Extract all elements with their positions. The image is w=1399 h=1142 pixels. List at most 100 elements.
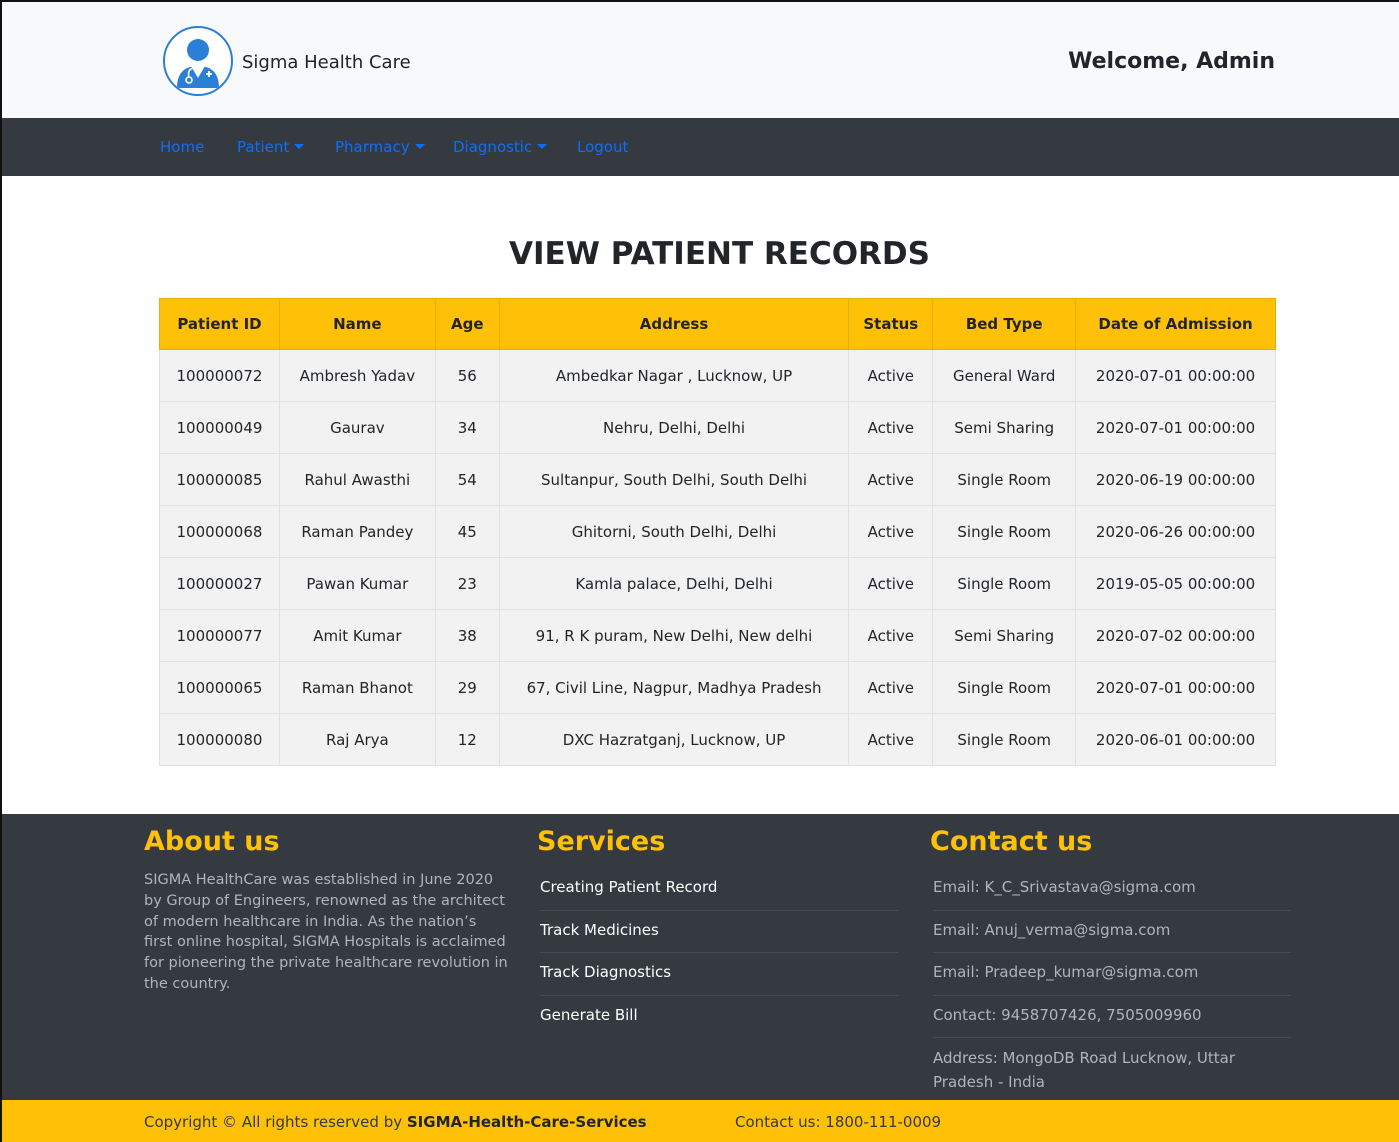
cell-address: Sultanpur, South Delhi, South Delhi	[498, 453, 850, 506]
cell-address: Nehru, Delhi, Delhi	[498, 401, 850, 454]
cell-bed-type: Single Room	[932, 557, 1077, 610]
services-heading: Services	[537, 826, 666, 857]
contact-email-1[interactable]: Email: K_C_Srivastava@sigma.com	[933, 868, 1291, 911]
cell-status: Active	[848, 661, 934, 714]
cell-age: 23	[434, 557, 500, 610]
table-row: 100000085 Rahul Awasthi 54 Sultanpur, So…	[159, 453, 1276, 506]
site-footer: About us SIGMA HealthCare was establishe…	[2, 814, 1399, 1100]
cell-address: 91, R K puram, New Delhi, New delhi	[498, 609, 850, 662]
caret-down-icon	[294, 144, 305, 149]
cell-name: Gaurav	[278, 401, 436, 454]
cell-patient-id: 100000027	[159, 557, 280, 610]
service-link-generate-bill[interactable]: Generate Bill	[540, 996, 898, 1039]
cell-date-of-admission: 2020-06-01 00:00:00	[1075, 713, 1276, 766]
cell-age: 34	[434, 401, 500, 454]
table-row: 100000027 Pawan Kumar 23 Kamla palace, D…	[159, 557, 1276, 610]
nav-pharmacy-dropdown[interactable]: Pharmacy	[335, 138, 425, 156]
contact-phone: Contact: 9458707426, 7505009960	[933, 996, 1291, 1038]
nav-pharmacy-label: Pharmacy	[335, 138, 410, 156]
cell-status: Active	[848, 609, 934, 662]
cell-date-of-admission: 2019-05-05 00:00:00	[1075, 557, 1276, 610]
nav-patient-dropdown[interactable]: Patient	[237, 138, 305, 156]
table-row: 100000077 Amit Kumar 38 91, R K puram, N…	[159, 609, 1276, 662]
table-row: 100000072 Ambresh Yadav 56 Ambedkar Naga…	[159, 349, 1276, 402]
cell-patient-id: 100000065	[159, 661, 280, 714]
cell-date-of-admission: 2020-07-01 00:00:00	[1075, 661, 1276, 714]
cell-status: Active	[848, 401, 934, 454]
column-header-date-of-admission: Date of Admission	[1075, 298, 1276, 350]
cell-name: Raman Pandey	[278, 505, 436, 558]
bottom-contact-number: Contact us: 1800-111-0009	[735, 1113, 942, 1131]
cell-patient-id: 100000085	[159, 453, 280, 506]
cell-address: DXC Hazratganj, Lucknow, UP	[498, 713, 850, 766]
service-link-track-diagnostics[interactable]: Track Diagnostics	[540, 953, 898, 996]
cell-age: 38	[434, 609, 500, 662]
cell-age: 56	[434, 349, 500, 402]
services-list: Creating Patient Record Track Medicines …	[540, 868, 898, 1038]
cell-status: Active	[848, 349, 934, 402]
service-link-track-medicines[interactable]: Track Medicines	[540, 911, 898, 953]
column-header-status: Status	[848, 298, 934, 350]
cell-bed-type: Single Room	[932, 453, 1077, 506]
contact-list: Email: K_C_Srivastava@sigma.com Email: A…	[933, 868, 1291, 1094]
cell-bed-type: General Ward	[932, 349, 1077, 402]
column-header-bed-type: Bed Type	[932, 298, 1077, 350]
contact-email-2[interactable]: Email: Anuj_verma@sigma.com	[933, 911, 1291, 953]
cell-date-of-admission: 2020-07-02 00:00:00	[1075, 609, 1276, 662]
cell-name: Amit Kumar	[278, 609, 436, 662]
nav-diagnostic-dropdown[interactable]: Diagnostic	[453, 138, 548, 156]
cell-name: Raj Arya	[278, 713, 436, 766]
column-header-address: Address	[498, 298, 850, 350]
cell-patient-id: 100000077	[159, 609, 280, 662]
cell-patient-id: 100000068	[159, 505, 280, 558]
cell-status: Active	[848, 453, 934, 506]
cell-address: 67, Civil Line, Nagpur, Madhya Pradesh	[498, 661, 850, 714]
brand-name: Sigma Health Care	[242, 52, 411, 73]
cell-address: Ambedkar Nagar , Lucknow, UP	[498, 349, 850, 402]
cell-bed-type: Single Room	[932, 505, 1077, 558]
cell-date-of-admission: 2020-07-01 00:00:00	[1075, 349, 1276, 402]
about-text: SIGMA HealthCare was established in June…	[144, 872, 508, 992]
contact-email-3[interactable]: Email: Pradeep_kumar@sigma.com	[933, 953, 1291, 996]
page-title: VIEW PATIENT RECORDS	[509, 236, 930, 272]
main-navbar: Home Patient Pharmacy Diagnostic Logout	[2, 118, 1399, 176]
cell-status: Active	[848, 713, 934, 766]
cell-name: Pawan Kumar	[278, 557, 436, 610]
cell-bed-type: Semi Sharing	[932, 609, 1077, 662]
welcome-message: Welcome, Admin	[1068, 49, 1275, 74]
contact-address: Address: MongoDB Road Lucknow, Uttar Pra…	[933, 1049, 1236, 1091]
cell-bed-type: Semi Sharing	[932, 401, 1077, 454]
table-header-row: Patient ID Name Age Address Status Bed T…	[159, 298, 1276, 350]
table-row: 100000049 Gaurav 34 Nehru, Delhi, Delhi …	[159, 401, 1276, 454]
copyright-text: Copyright © All rights reserved by SIGMA…	[144, 1113, 647, 1131]
cell-name: Rahul Awasthi	[278, 453, 436, 506]
cell-bed-type: Single Room	[932, 713, 1077, 766]
nav-patient-label: Patient	[237, 138, 290, 156]
about-heading: About us	[144, 826, 280, 857]
nav-home[interactable]: Home	[160, 138, 204, 156]
copyright-prefix: Copyright © All rights reserved by	[144, 1113, 403, 1131]
top-header: Sigma Health Care Welcome, Admin	[2, 2, 1399, 118]
cell-date-of-admission: 2020-06-19 00:00:00	[1075, 453, 1276, 506]
cell-patient-id: 100000049	[159, 401, 280, 454]
cell-age: 29	[434, 661, 500, 714]
cell-status: Active	[848, 505, 934, 558]
cell-age: 12	[434, 713, 500, 766]
cell-name: Raman Bhanot	[278, 661, 436, 714]
service-link-creating-patient-record[interactable]: Creating Patient Record	[540, 868, 898, 911]
caret-down-icon	[537, 144, 548, 149]
cell-age: 45	[434, 505, 500, 558]
table-row: 100000065 Raman Bhanot 29 67, Civil Line…	[159, 661, 1276, 714]
cell-address: Kamla palace, Delhi, Delhi	[498, 557, 850, 610]
contact-heading: Contact us	[930, 826, 1093, 857]
table-row: 100000080 Raj Arya 12 DXC Hazratganj, Lu…	[159, 713, 1276, 766]
column-header-patient-id: Patient ID	[159, 298, 280, 350]
patient-records-table: Patient ID Name Age Address Status Bed T…	[159, 298, 1276, 766]
column-header-name: Name	[278, 298, 436, 350]
table-row: 100000068 Raman Pandey 45 Ghitorni, Sout…	[159, 505, 1276, 558]
nav-logout[interactable]: Logout	[577, 138, 628, 156]
cell-patient-id: 100000072	[159, 349, 280, 402]
cell-bed-type: Single Room	[932, 661, 1077, 714]
copyright-bar: Copyright © All rights reserved by SIGMA…	[2, 1100, 1399, 1142]
doctor-avatar-icon[interactable]	[163, 26, 233, 96]
